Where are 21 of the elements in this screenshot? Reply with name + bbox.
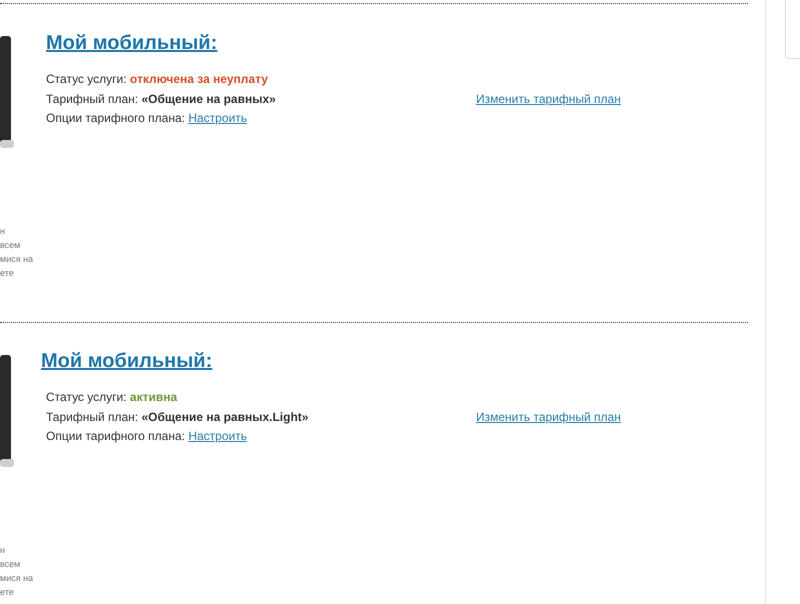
options-label: Опции тарифного плана: <box>46 428 186 445</box>
status-text: Статус услуги: активна <box>46 389 178 406</box>
plan-text: Тарифный план: «Общение на равных.Light» <box>46 408 310 426</box>
side-note-text: ете <box>0 586 15 599</box>
options-label: Опции тарифного плана: <box>46 110 186 127</box>
change-plan-link[interactable]: Изменить тарифный план <box>476 408 621 427</box>
side-note-text: всем <box>0 239 22 252</box>
side-note-text: ете <box>0 267 15 280</box>
sidebar-panel <box>785 0 800 59</box>
change-plan-link[interactable]: Изменить тарифный план <box>476 90 621 109</box>
side-note-text: н <box>0 225 6 238</box>
side-note-text: мися на <box>0 253 34 266</box>
service-title-link[interactable]: Мой мобильный: <box>41 348 212 374</box>
side-note-text: мися на <box>0 572 34 585</box>
status-text: Статус услуги: отключена за неуплату <box>46 71 269 88</box>
side-note-text: н <box>0 544 6 557</box>
configure-link[interactable]: Настроить <box>188 109 247 128</box>
configure-link[interactable]: Настроить <box>188 427 247 446</box>
side-note-text: всем <box>0 558 22 571</box>
plan-text: Тарифный план: «Общение на равных» <box>46 90 277 108</box>
service-title-link[interactable]: Мой мобильный: <box>46 30 218 56</box>
